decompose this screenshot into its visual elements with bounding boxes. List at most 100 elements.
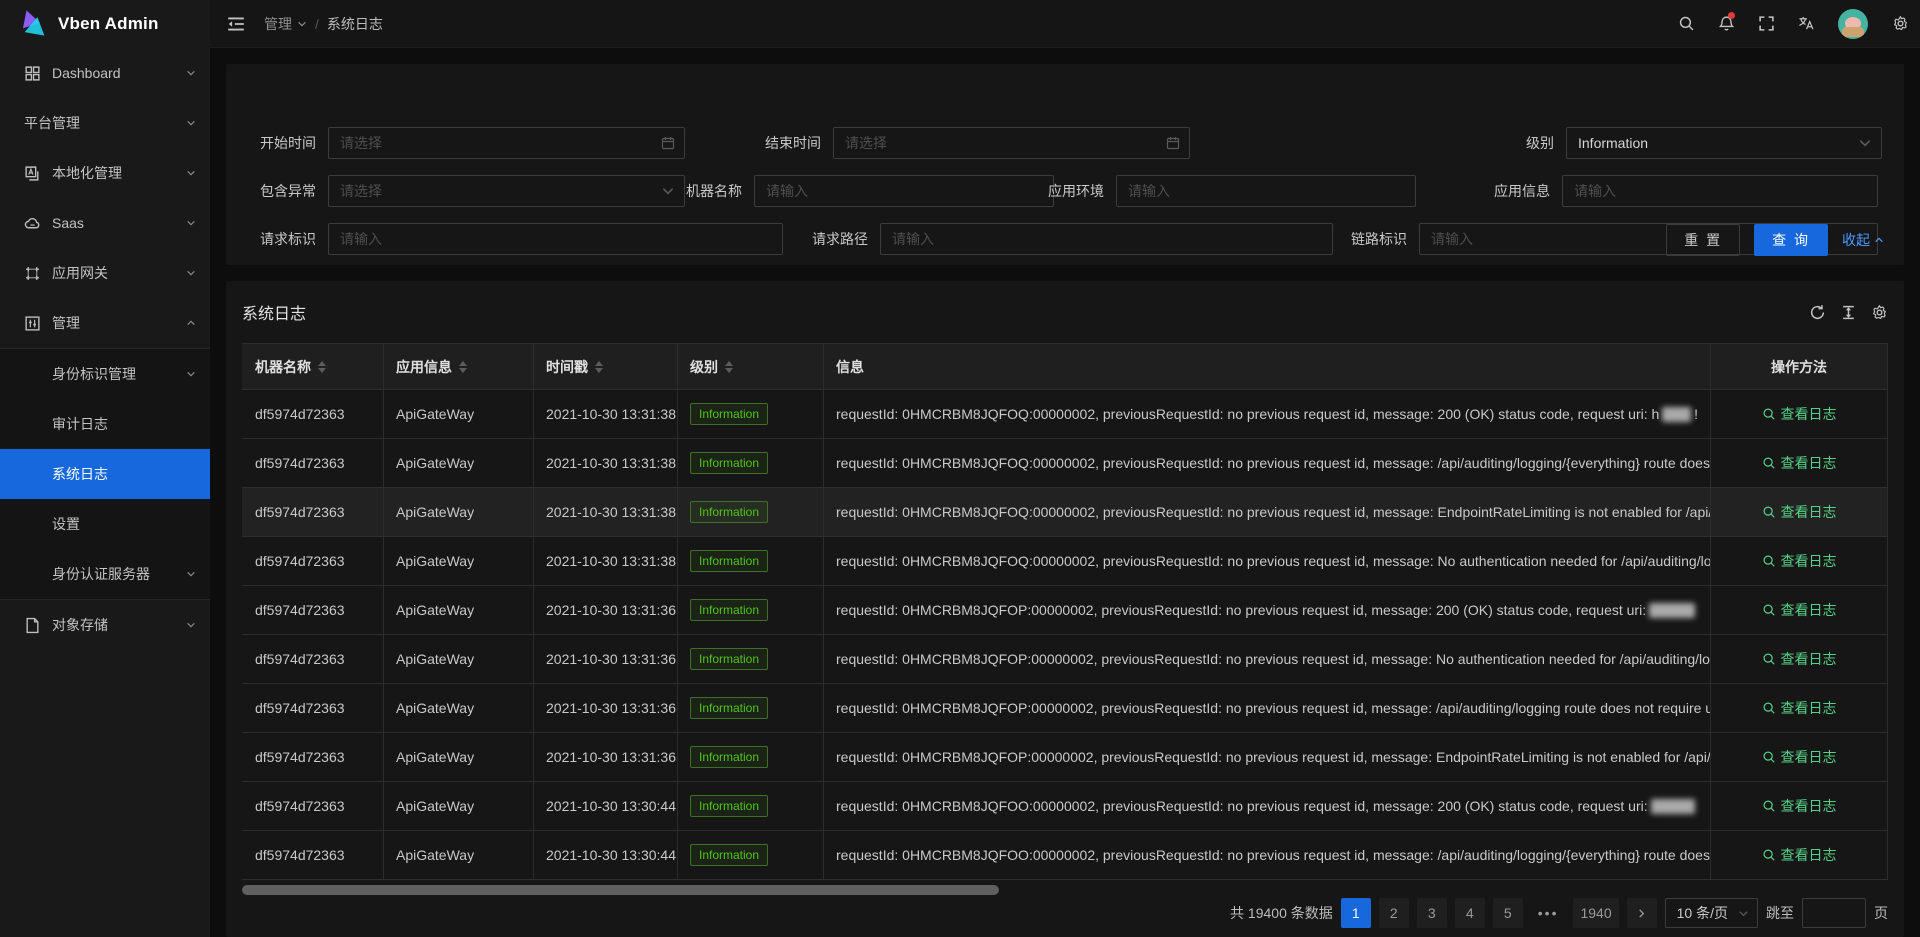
column-header-label: 机器名称 <box>255 357 311 377</box>
view-log-button[interactable]: 查看日志 <box>1762 404 1837 424</box>
cell-app-info: ApiGateWay <box>384 831 534 879</box>
view-log-button[interactable]: 查看日志 <box>1762 502 1837 522</box>
jump-page-input[interactable] <box>1802 898 1866 928</box>
brand-logo-icon <box>18 9 48 39</box>
sidebar-item-dashboard[interactable]: Dashboard <box>0 48 210 98</box>
cell-timestamp: 2021-10-30 13:31:38 <box>534 537 678 585</box>
magnifier-icon <box>1762 799 1776 813</box>
menu-fold-icon[interactable] <box>226 14 246 34</box>
calendar-icon <box>661 136 675 150</box>
view-log-button[interactable]: 查看日志 <box>1762 698 1837 718</box>
cell-level: Information <box>678 782 824 830</box>
column-header-label: 时间戳 <box>546 357 588 377</box>
view-log-label: 查看日志 <box>1781 747 1837 767</box>
sort-carets-icon[interactable] <box>595 361 603 373</box>
end-time-input[interactable] <box>834 128 1189 158</box>
level-select[interactable]: Information <box>1566 127 1882 159</box>
app-info-input[interactable] <box>1563 176 1877 206</box>
sidebar-item-manage[interactable]: 管理 <box>0 298 210 348</box>
chevron-down-icon <box>186 218 196 228</box>
sidebar-item-system-log[interactable]: 系统日志 <box>0 449 210 499</box>
view-log-button[interactable]: 查看日志 <box>1762 747 1837 767</box>
cell-app-info: ApiGateWay <box>384 782 534 830</box>
row-height-icon[interactable] <box>1840 304 1857 321</box>
cell-message: requestId: 0HMCRBM8JQFOQ:00000002, previ… <box>824 439 1711 487</box>
view-log-button[interactable]: 查看日志 <box>1762 845 1837 865</box>
column-settings-icon[interactable] <box>1871 304 1888 321</box>
refresh-icon[interactable] <box>1809 304 1826 321</box>
query-button[interactable]: 查 询 <box>1754 224 1828 256</box>
page-button-2[interactable]: 2 <box>1379 898 1409 928</box>
view-log-button[interactable]: 查看日志 <box>1762 649 1837 669</box>
collapse-link[interactable]: 收起 <box>1842 230 1884 250</box>
sidebar-item-localization[interactable]: 本地化管理 <box>0 148 210 198</box>
sidebar-item-label: 身份标识管理 <box>52 364 186 384</box>
request-path-input[interactable] <box>881 224 1332 254</box>
sidebar-item-label: Dashboard <box>52 65 186 81</box>
sidebar-item-label: 管理 <box>52 313 186 333</box>
brand[interactable]: Vben Admin <box>0 0 210 48</box>
scrollbar-thumb[interactable] <box>242 885 999 895</box>
cell-app-info: ApiGateWay <box>384 537 534 585</box>
exception-select[interactable]: 请选择 <box>328 175 685 207</box>
sidebar-item-saas[interactable]: Saas <box>0 198 210 248</box>
sort-carets-icon[interactable] <box>318 361 326 373</box>
view-log-button[interactable]: 查看日志 <box>1762 551 1837 571</box>
notification-badge <box>1728 12 1735 19</box>
fullscreen-icon[interactable] <box>1746 0 1786 48</box>
column-header-1[interactable]: 机器名称 <box>242 344 384 389</box>
bell-icon[interactable] <box>1706 0 1746 48</box>
sidebar-item-platform[interactable]: 平台管理 <box>0 98 210 148</box>
table-toolbar <box>1809 304 1888 321</box>
page-button-5[interactable]: 5 <box>1493 898 1523 928</box>
next-page-button[interactable] <box>1627 898 1657 928</box>
sort-carets-icon[interactable] <box>725 361 733 373</box>
sort-carets-icon[interactable] <box>459 361 467 373</box>
cell-level: Information <box>678 733 824 781</box>
page-size-select[interactable]: 10 条/页 <box>1665 898 1758 928</box>
cell-level: Information <box>678 439 824 487</box>
translate-icon[interactable] <box>1786 0 1826 48</box>
search-icon[interactable] <box>1666 0 1706 48</box>
chevron-up-icon <box>1874 235 1884 245</box>
page-button-1[interactable]: 1 <box>1341 898 1371 928</box>
cell-level: Information <box>678 390 824 438</box>
redacted-text <box>1649 603 1695 618</box>
sidebar-item-settings[interactable]: 设置 <box>0 499 210 549</box>
sidebar-item-identity-management[interactable]: 身份标识管理 <box>0 349 210 399</box>
sidebar-item-label: 审计日志 <box>52 414 196 434</box>
machine-name-input[interactable] <box>755 176 1053 206</box>
cell-action: 查看日志 <box>1711 586 1888 634</box>
sidebar-item-label: 身份认证服务器 <box>52 564 186 584</box>
view-log-button[interactable]: 查看日志 <box>1762 600 1837 620</box>
view-log-label: 查看日志 <box>1781 404 1837 424</box>
sidebar-item-label: 平台管理 <box>24 113 186 133</box>
view-log-label: 查看日志 <box>1781 796 1837 816</box>
breadcrumb-parent[interactable]: 管理 <box>264 14 307 34</box>
file-icon <box>24 617 41 634</box>
settings-gear-icon[interactable] <box>1880 0 1920 48</box>
view-log-button[interactable]: 查看日志 <box>1762 453 1837 473</box>
column-header-3[interactable]: 时间戳 <box>534 344 678 389</box>
column-header-2[interactable]: 应用信息 <box>384 344 534 389</box>
cell-app-info: ApiGateWay <box>384 684 534 732</box>
avatar[interactable] <box>1838 9 1868 39</box>
sidebar-item-object-storage[interactable]: 对象存储 <box>0 600 210 650</box>
request-id-input[interactable] <box>329 224 782 254</box>
start-time-input[interactable] <box>329 128 684 158</box>
view-log-button[interactable]: 查看日志 <box>1762 796 1837 816</box>
sidebar-item-auth-server[interactable]: 身份认证服务器 <box>0 549 210 599</box>
brand-name: Vben Admin <box>58 14 159 34</box>
horizontal-scrollbar[interactable] <box>242 885 1888 895</box>
page-button-4[interactable]: 4 <box>1455 898 1485 928</box>
sidebar-item-gateway[interactable]: 应用网关 <box>0 248 210 298</box>
table-header-row: 机器名称应用信息时间戳级别信息操作方法 <box>242 343 1888 390</box>
cell-machine-name: df5974d72363 <box>242 831 384 879</box>
cell-machine-name: df5974d72363 <box>242 635 384 683</box>
app-env-input[interactable] <box>1117 176 1415 206</box>
reset-button[interactable]: 重 置 <box>1666 224 1740 256</box>
column-header-4[interactable]: 级别 <box>678 344 824 389</box>
page-button-1940[interactable]: 1940 <box>1573 898 1618 928</box>
page-button-3[interactable]: 3 <box>1417 898 1447 928</box>
sidebar-item-audit-log[interactable]: 审计日志 <box>0 399 210 449</box>
